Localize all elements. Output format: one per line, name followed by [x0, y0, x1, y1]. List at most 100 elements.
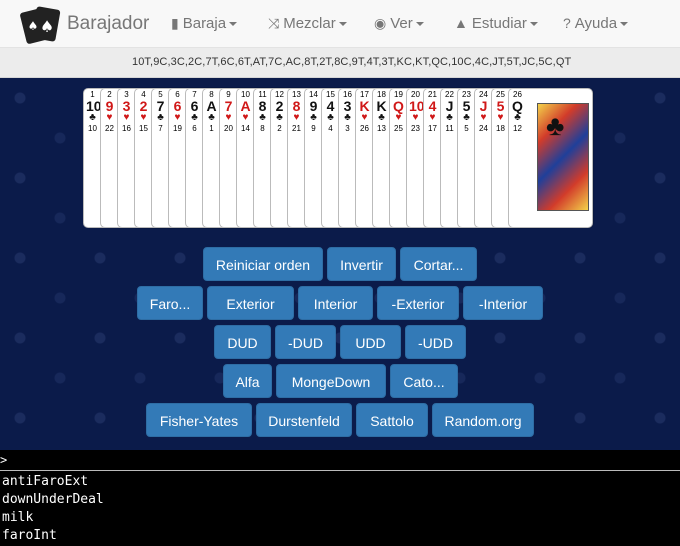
card-number: 4: [328, 124, 333, 133]
card-rank: 5: [462, 98, 471, 114]
card-suit-icon: ♣: [463, 112, 470, 123]
card-rank: 6: [173, 98, 182, 114]
card-suit-icon: ♥: [497, 112, 504, 123]
shuffle-button-reiniciar-orden[interactable]: Reiniciar orden: [203, 247, 323, 281]
card-number: 11: [445, 124, 454, 133]
card-suit-icon: ♥: [412, 112, 419, 123]
console-line: antiFaroExt: [2, 474, 89, 489]
shuffle-button-exterior[interactable]: Exterior: [207, 286, 294, 320]
navbar: ♠ ♠ Barajador ▮ Baraja ⤨ Mezclar ◉ Ver ▲ Est…: [0, 0, 680, 48]
shuffle-button-cato[interactable]: Cato...: [390, 364, 458, 398]
svg-text:♠: ♠: [40, 17, 54, 36]
menu-estudiar-label: Estudiar: [471, 15, 527, 32]
card-rank: K: [359, 98, 370, 114]
card-rank: 10: [86, 98, 102, 114]
card-table: 1 10 ♣ 10 2 9 ♥ 22 3 3 ♥ 16 4 2 ♥ 15 5 7 ♣ 7 6 6 ♥ 19 7 6 ♣ 6 8 A ♣ 1 9 7…: [0, 78, 680, 450]
card-rank: 7: [224, 98, 233, 114]
brand[interactable]: ♠ ♠ Barajador: [20, 4, 149, 44]
card-suit-icon: ♣: [276, 112, 283, 123]
card-rank: 8: [258, 98, 267, 114]
card-rank: Q: [393, 98, 404, 114]
menu-ayuda[interactable]: ? Ayuda: [563, 0, 629, 46]
svg-text:♠: ♠: [28, 19, 39, 33]
card-rank: 10: [409, 98, 425, 114]
card-number: 14: [241, 124, 250, 133]
caret-down-icon: [338, 22, 347, 27]
shuffle-button-faro[interactable]: Faro...: [137, 286, 203, 320]
card-number: 25: [394, 124, 403, 133]
card-suit-icon: ♥: [293, 112, 300, 123]
menu-baraja[interactable]: ▮ Baraja: [171, 0, 238, 46]
card-number: 10: [88, 124, 97, 133]
caret-down-icon: [415, 22, 424, 27]
caret-down-icon: [229, 22, 238, 27]
card-rank: 4: [428, 98, 437, 114]
console-prompt[interactable]: >: [0, 453, 7, 467]
card-rank: 4: [326, 98, 335, 114]
card-number: 20: [224, 124, 233, 133]
card-number: 9: [311, 124, 316, 133]
card-number: 17: [428, 124, 437, 133]
queen-face-image: ♣: [537, 103, 589, 211]
console-divider: [0, 470, 680, 471]
sequence-bar: 10T,9C,3C,2C,7T,6C,6T,AT,7C,AC,8T,2T,8C,…: [0, 48, 680, 78]
menu-estudiar[interactable]: ▲ Estudiar: [454, 0, 538, 46]
book-icon: ▮: [171, 15, 179, 31]
card[interactable]: 26 Q ♣ 12 ♣: [508, 88, 593, 228]
shuffle-button-alfa[interactable]: Alfa: [223, 364, 272, 398]
club-suit-icon: ♣: [546, 110, 565, 141]
shuffle-button-dud[interactable]: DUD: [214, 325, 271, 359]
card-number: 6: [192, 124, 197, 133]
menu-ver[interactable]: ◉ Ver: [374, 0, 424, 46]
card-number: 26: [360, 124, 369, 133]
card-number: 3: [345, 124, 350, 133]
card-number: 2: [277, 124, 282, 133]
shuffle-button-fisher-yates[interactable]: Fisher-Yates: [146, 403, 252, 437]
shuffle-button-exterior[interactable]: -Exterior: [377, 286, 459, 320]
card-number: 23: [411, 124, 420, 133]
card-rank: 2: [139, 98, 148, 114]
card-suit-icon: ♥: [140, 112, 147, 123]
shuffle-button-sattolo[interactable]: Sattolo: [356, 403, 428, 437]
card-suit-icon: ♥: [225, 112, 232, 123]
card-number: 19: [173, 124, 182, 133]
card-number: 16: [122, 124, 131, 133]
card-fan: 1 10 ♣ 10 2 9 ♥ 22 3 3 ♥ 16 4 2 ♥ 15 5 7 ♣ 7 6 6 ♥ 19 7 6 ♣ 6 8 A ♣ 1 9 7…: [83, 88, 608, 228]
menu-mezclar[interactable]: ⤨ Mezclar: [268, 0, 347, 46]
card-number: 18: [496, 124, 505, 133]
shuffle-button-cortar[interactable]: Cortar...: [400, 247, 477, 281]
card-suit-icon: ♥: [174, 112, 181, 123]
menu-baraja-label: Baraja: [182, 15, 227, 32]
shuffle-button-udd[interactable]: -UDD: [405, 325, 466, 359]
shuffle-button-invertir[interactable]: Invertir: [327, 247, 396, 281]
card-rank: 8: [292, 98, 301, 114]
console: > antiFaroExt downUnderDeal milk faroInt: [0, 450, 680, 546]
card-sequence-text: 10T,9C,3C,2C,7T,6C,6T,AT,7C,AC,8T,2T,8C,…: [132, 56, 572, 68]
shuffle-button-random-org[interactable]: Random.org: [432, 403, 534, 437]
card-suit-icon: ♣: [446, 112, 453, 123]
card-number: 21: [292, 124, 301, 133]
card-rank: 2: [275, 98, 284, 114]
card-rank: K: [376, 98, 387, 114]
shuffle-button-interior[interactable]: Interior: [298, 286, 373, 320]
card-rank: 6: [190, 98, 199, 114]
card-number: 15: [139, 124, 148, 133]
card-rank: Q: [512, 98, 523, 114]
shuffle-button-interior[interactable]: -Interior: [463, 286, 543, 320]
card-suit-icon: ♥: [106, 112, 113, 123]
card-number: 1: [209, 124, 214, 133]
card-rank: 3: [343, 98, 352, 114]
card-number: 12: [513, 124, 522, 133]
card-number: 13: [377, 124, 386, 133]
card-suit-icon: ♣: [208, 112, 215, 123]
shuffle-button-udd[interactable]: UDD: [340, 325, 401, 359]
card-suit-icon: ♣: [514, 112, 521, 123]
menu-ver-label: Ver: [390, 15, 413, 32]
shuffle-button-mongedown[interactable]: MongeDown: [276, 364, 386, 398]
card-suit-icon: ♥: [395, 112, 402, 123]
card-suit-icon: ♥: [429, 112, 436, 123]
shuffle-button-durstenfeld[interactable]: Durstenfeld: [256, 403, 352, 437]
card-suit-icon: ♣: [259, 112, 266, 123]
card-suit-icon: ♥: [361, 112, 368, 123]
shuffle-button-dud[interactable]: -DUD: [275, 325, 336, 359]
